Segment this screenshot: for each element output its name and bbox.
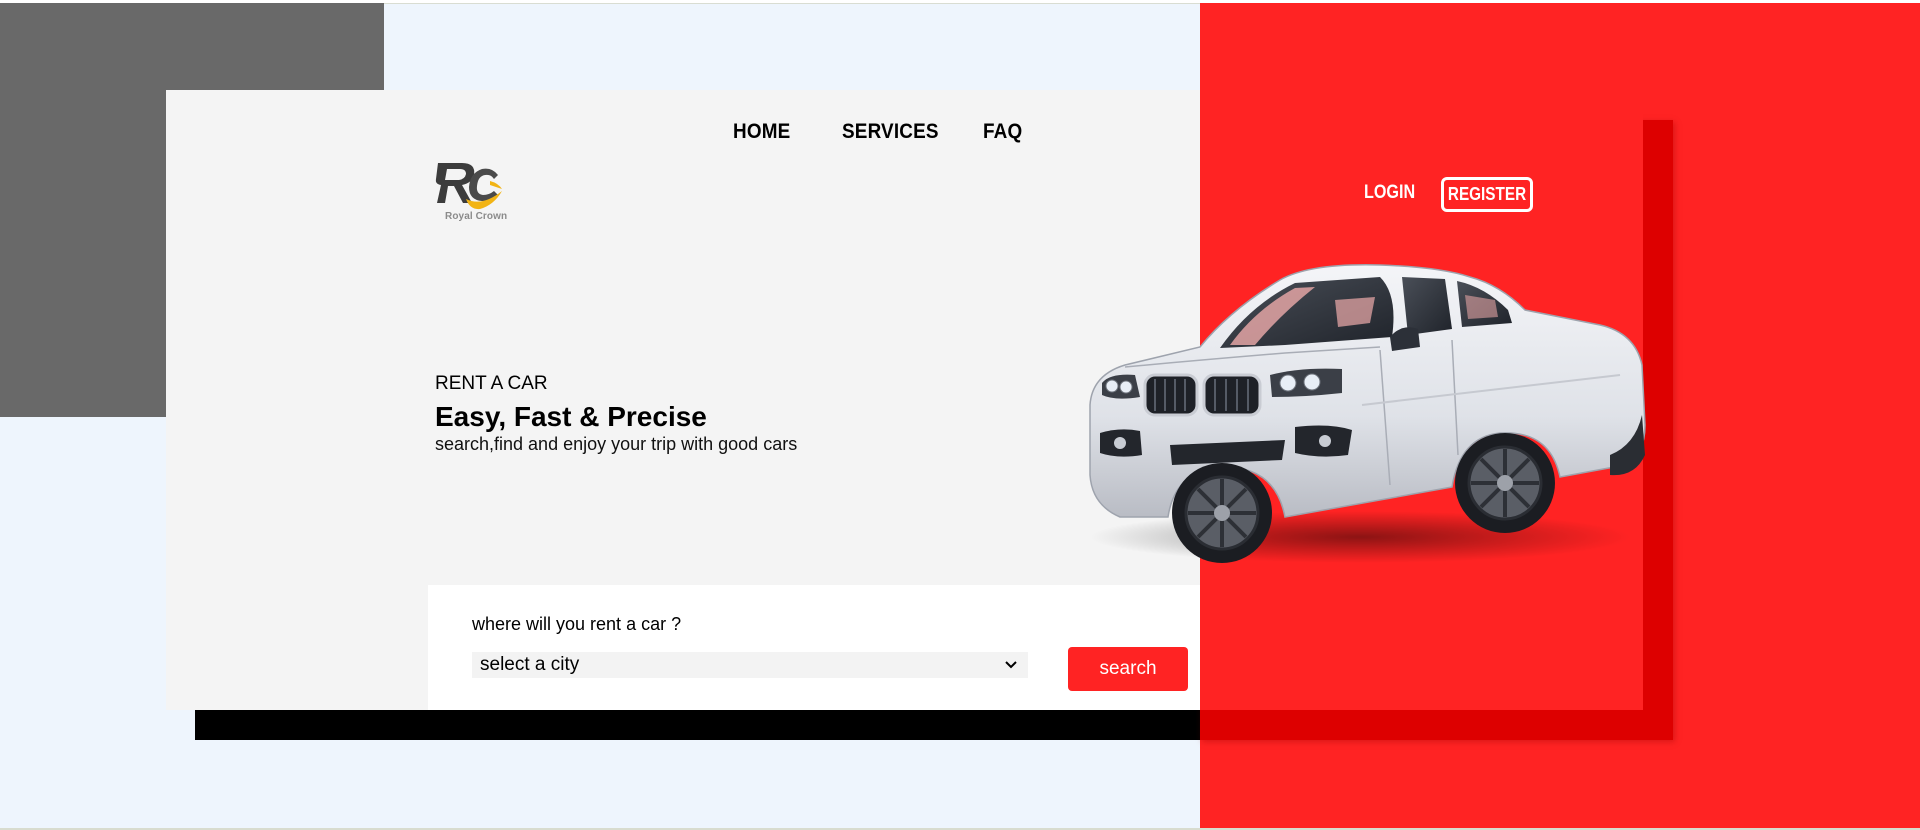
register-button-label: REGISTER: [1447, 184, 1527, 204]
hero-title: Easy, Fast & Precise: [435, 401, 707, 432]
hero-car-image: [1080, 255, 1650, 575]
search-label: where will you rent a car ?: [472, 614, 682, 634]
hero-subtitle: search,find and enjoy your trip with goo…: [435, 434, 798, 454]
search-button[interactable]: search: [1068, 647, 1188, 691]
nav-item-faq[interactable]: FAQ: [983, 120, 1022, 144]
white-suv-car-icon: [1089, 264, 1646, 563]
hero-kicker: RENT A CAR: [435, 373, 548, 394]
login-link[interactable]: LOGIN: [1364, 182, 1415, 204]
search-button-label: search: [1099, 658, 1157, 679]
city-select[interactable]: select a city: [472, 652, 1028, 678]
brand-name: Royal Crown: [445, 211, 508, 222]
nav-item-services[interactable]: SERVICES: [842, 120, 939, 144]
city-select-value: select a city: [480, 654, 580, 675]
register-button[interactable]: REGISTER: [1441, 177, 1533, 212]
nav-item-home[interactable]: HOME: [733, 120, 790, 144]
chevron-down-icon: [1005, 661, 1017, 669]
